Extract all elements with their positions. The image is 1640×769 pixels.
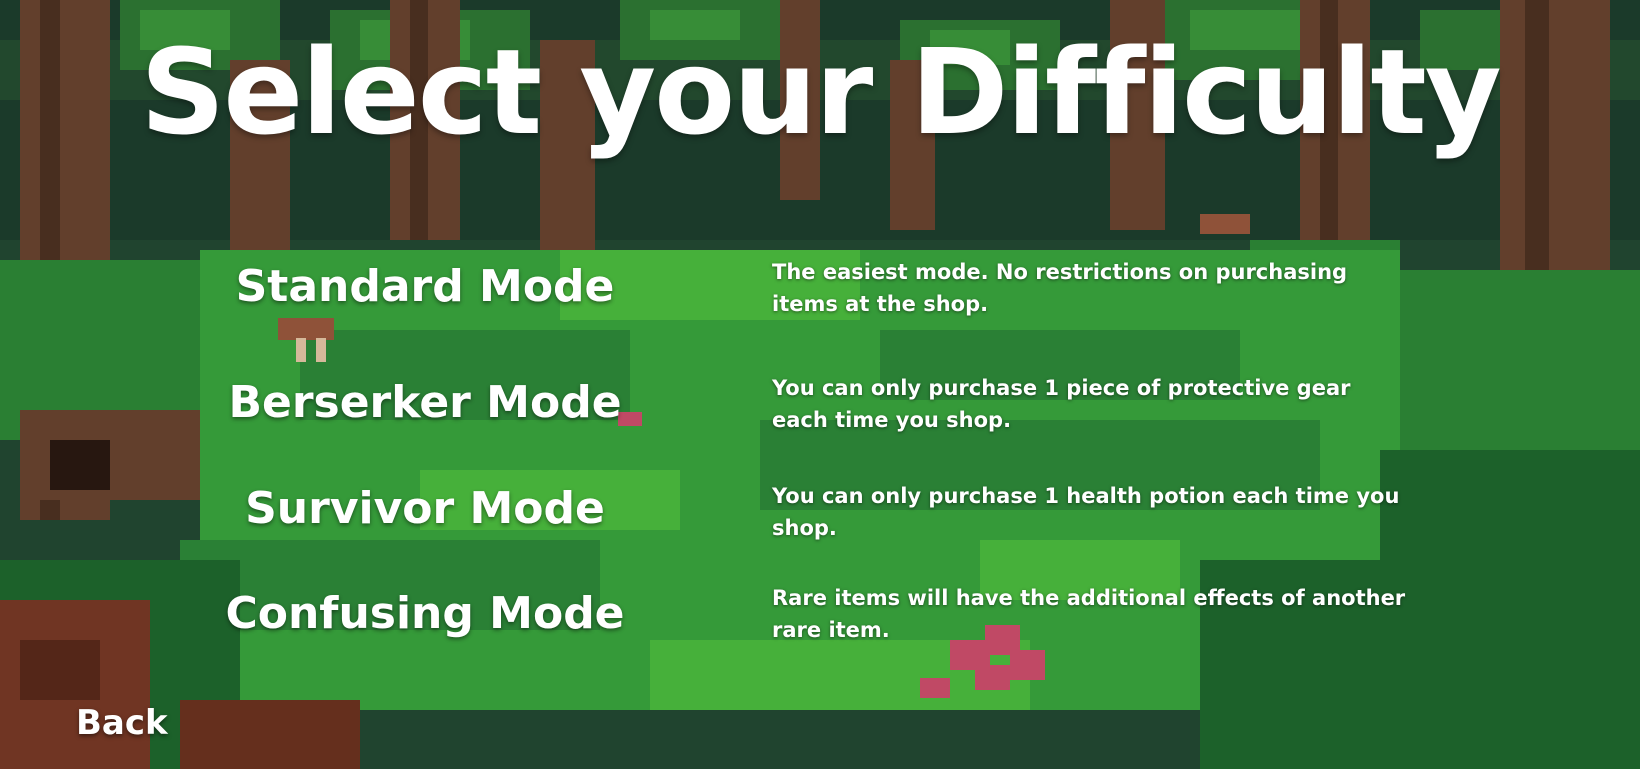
page-title: Select your Difficulty (140, 23, 1501, 161)
berserker-mode-button[interactable]: Berserker Mode (215, 377, 635, 429)
survivor-mode-button[interactable]: Survivor Mode (215, 483, 635, 535)
survivor-mode-description: You can only purchase 1 health potion ea… (772, 484, 1400, 540)
confusing-mode-description: Rare items will have the additional effe… (772, 586, 1406, 642)
back-button[interactable]: Back (76, 703, 168, 743)
standard-mode-button[interactable]: Standard Mode (215, 261, 635, 313)
standard-mode-description: The easiest mode. No restrictions on pur… (772, 260, 1348, 316)
confusing-mode-button[interactable]: Confusing Mode (215, 588, 635, 640)
berserker-mode-description: You can only purchase 1 piece of protect… (772, 376, 1351, 432)
